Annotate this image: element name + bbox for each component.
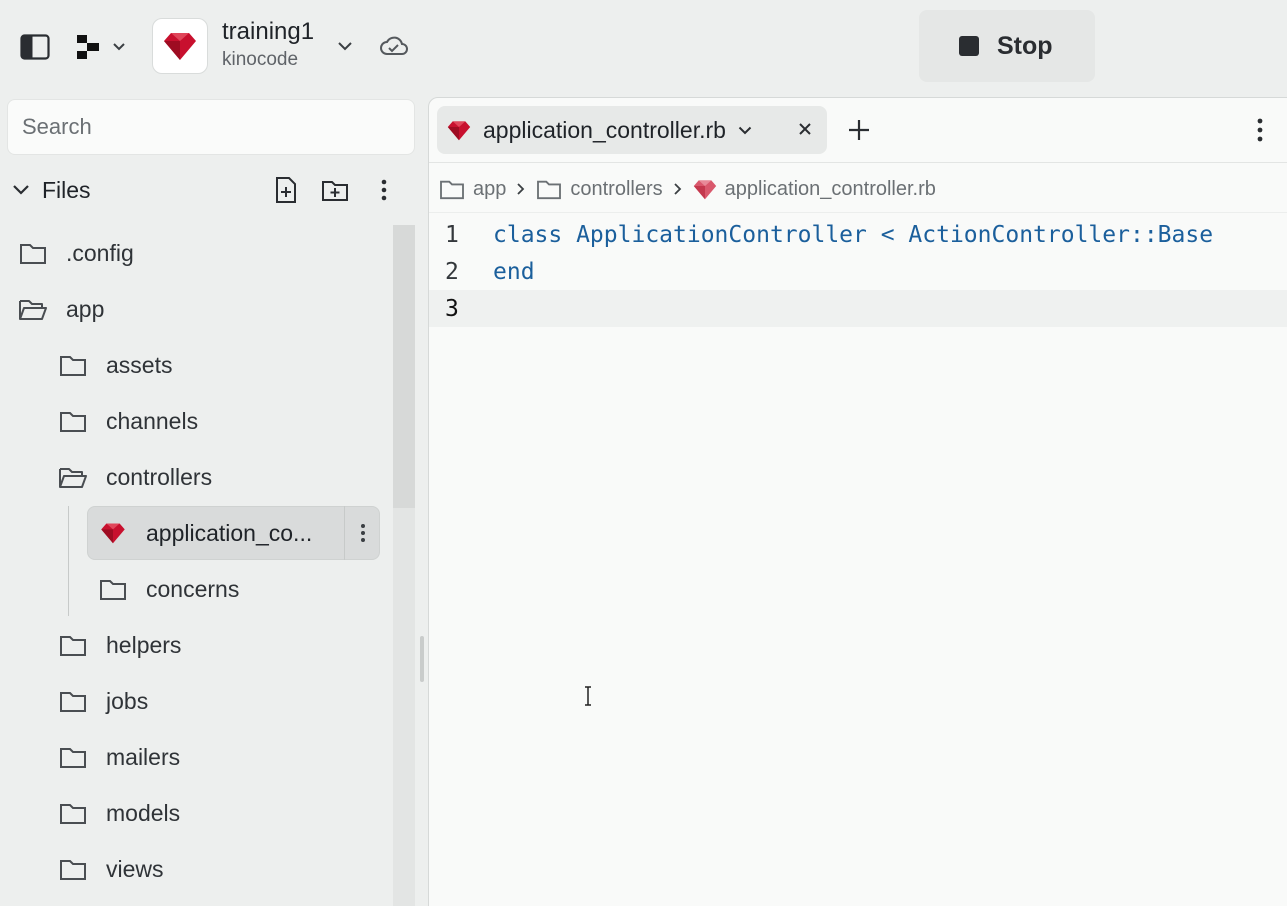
code-text: class ApplicationController < ActionCont… [493, 221, 1214, 248]
ruby-icon [98, 522, 128, 544]
tree-item-assets[interactable]: assets [58, 337, 172, 393]
tree-item-label: helpers [106, 631, 182, 658]
files-title: Files [42, 177, 91, 203]
code-line[interactable]: 1 class ApplicationController < ActionCo… [429, 216, 1287, 253]
more-vertical-icon [360, 524, 365, 542]
collapse-chevron-icon[interactable] [10, 181, 32, 199]
ruby-icon [447, 120, 471, 141]
folder-icon [58, 857, 88, 881]
breadcrumb-app[interactable]: app [473, 178, 506, 201]
tree-item-views[interactable]: views [58, 841, 164, 897]
breadcrumb-divider [429, 212, 1287, 213]
editor-tab[interactable]: application_controller.rb [437, 106, 827, 154]
file-tree-scroll-thumb[interactable] [393, 225, 415, 508]
sidebar-resize-handle[interactable] [420, 636, 424, 682]
tree-item-app[interactable]: app [18, 281, 104, 337]
code-editor[interactable]: 1 class ApplicationController < ActionCo… [429, 216, 1287, 327]
tab-title: application_controller.rb [483, 116, 726, 143]
workspace-switcher-icon[interactable] [74, 30, 130, 64]
tree-item-channels[interactable]: channels [58, 393, 198, 449]
editor-pane: application_controller.rb app controller… [428, 97, 1287, 906]
editor-more-icon[interactable] [1257, 118, 1263, 142]
line-number: 1 [445, 221, 459, 248]
tree-item-jobs[interactable]: jobs [58, 673, 148, 729]
stop-button-label: Stop [997, 31, 1053, 60]
folder-icon [58, 801, 88, 825]
tree-item-concerns[interactable]: concerns [98, 561, 239, 617]
top-bar: training1 kinocode Stop [0, 0, 1287, 94]
folder-icon [58, 689, 88, 713]
breadcrumb-chevron-icon [516, 182, 526, 196]
new-file-icon[interactable] [272, 175, 300, 205]
folder-icon [439, 178, 465, 200]
line-number: 3 [445, 295, 459, 322]
close-tab-icon[interactable] [797, 121, 813, 137]
tree-indent-guide [68, 506, 69, 616]
code-line-active[interactable]: 3 [429, 290, 1287, 327]
tab-bar-divider [429, 162, 1287, 163]
tab-chevron-down-icon[interactable] [738, 126, 752, 135]
tree-item-label: .config [66, 239, 134, 266]
tree-item-mailers[interactable]: mailers [58, 729, 180, 785]
new-tab-plus-icon[interactable] [847, 118, 871, 142]
tree-item-label: controllers [106, 463, 213, 490]
tree-item-models[interactable]: models [58, 785, 180, 841]
stop-button[interactable]: Stop [919, 10, 1095, 82]
stop-icon [959, 36, 979, 56]
code-line[interactable]: 2 end [429, 253, 1287, 290]
ruby-icon [693, 179, 717, 200]
tree-item-label: assets [106, 351, 173, 378]
folder-icon [58, 353, 88, 377]
new-folder-icon[interactable] [320, 177, 350, 203]
folder-open-icon [58, 465, 88, 489]
tree-item-controllers[interactable]: controllers [58, 449, 212, 505]
folder-icon [98, 577, 128, 601]
file-options-button[interactable] [344, 506, 380, 560]
sidebar-toggle-icon[interactable] [18, 32, 52, 62]
folder-icon [58, 409, 88, 433]
cloud-check-icon[interactable] [380, 34, 408, 60]
breadcrumb: app controllers application_controller.r… [439, 172, 936, 206]
tree-item-label: channels [106, 407, 199, 434]
breadcrumb-file[interactable]: application_controller.rb [725, 178, 936, 201]
tree-item-config[interactable]: .config [18, 225, 134, 281]
repl-name[interactable]: training1 [222, 18, 314, 46]
tree-item-label: models [106, 799, 181, 826]
tree-item-label: views [106, 855, 164, 882]
code-text: end [493, 258, 535, 285]
folder-icon [18, 241, 48, 265]
files-panel-header: Files [0, 165, 420, 215]
ruby-icon [164, 33, 196, 60]
repl-menu-chevron-icon[interactable] [334, 36, 356, 56]
files-more-icon[interactable] [374, 177, 394, 203]
tree-item-label: jobs [106, 687, 149, 714]
text-cursor-icon [583, 686, 593, 706]
repl-avatar[interactable] [152, 18, 208, 74]
folder-icon [58, 633, 88, 657]
tree-item-application-controller[interactable]: application_co... [87, 506, 380, 560]
tree-item-label: application_co... [146, 519, 313, 546]
folder-open-icon [18, 297, 48, 321]
folder-icon [536, 178, 562, 200]
tree-item-label: app [66, 295, 105, 322]
tree-item-label: mailers [106, 743, 181, 770]
search-input[interactable] [7, 99, 415, 155]
repl-owner[interactable]: kinocode [222, 49, 298, 71]
breadcrumb-controllers[interactable]: controllers [570, 178, 662, 201]
tree-item-helpers[interactable]: helpers [58, 617, 181, 673]
tree-item-label: concerns [146, 575, 240, 602]
folder-icon [58, 745, 88, 769]
breadcrumb-chevron-icon [673, 182, 683, 196]
line-number: 2 [445, 258, 459, 285]
